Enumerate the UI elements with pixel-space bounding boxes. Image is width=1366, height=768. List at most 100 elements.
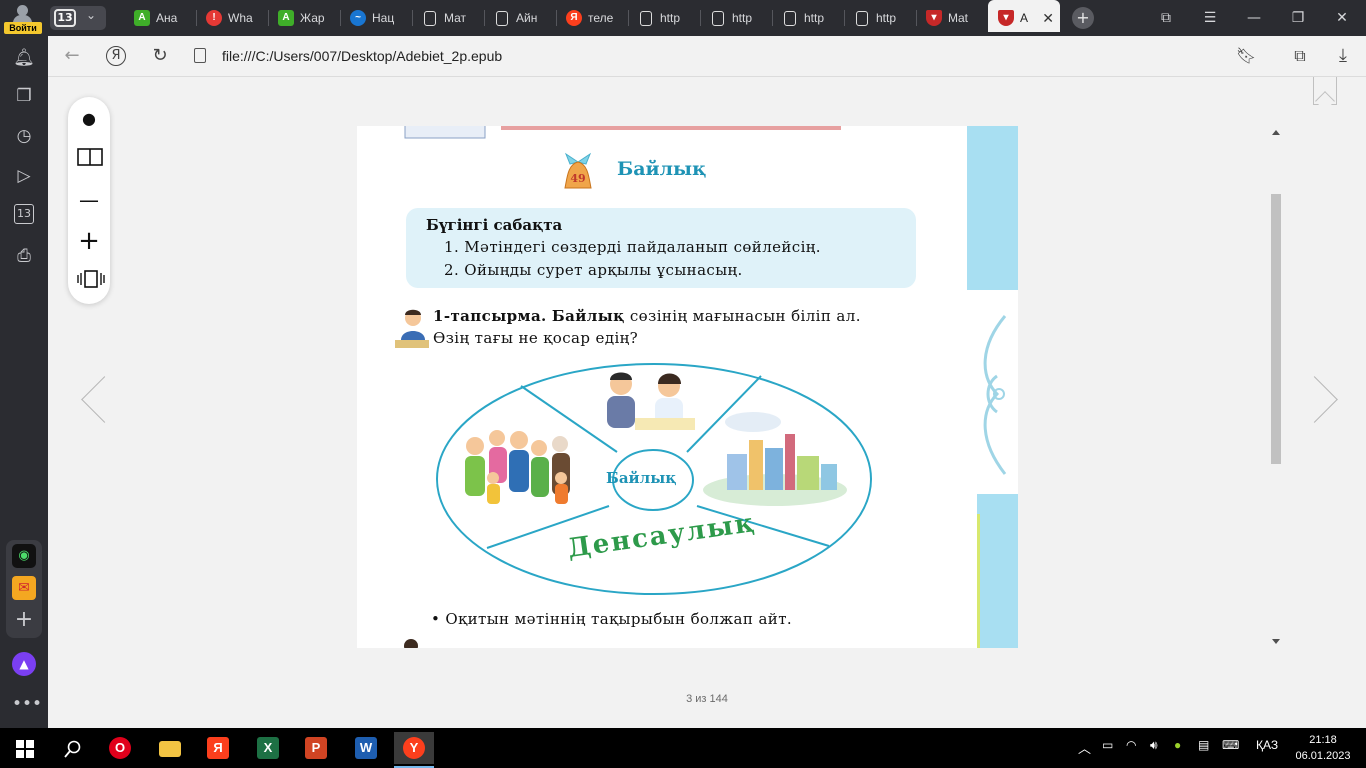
document-icon [856, 11, 868, 26]
tab[interactable]: Мат [422, 4, 492, 32]
menu-icon[interactable]: ☰ [1188, 0, 1232, 36]
taskbar-word[interactable]: W [346, 732, 386, 764]
taskbar-powerpoint[interactable]: P [296, 732, 336, 764]
clock[interactable]: 21:18 06.01.2023 [1288, 732, 1358, 764]
reload-icon[interactable]: ↻ [148, 44, 172, 68]
alice-icon[interactable]: ▲ [12, 652, 36, 676]
address-toolbar: ← Я ↻ file:///C:/Users/007/Desktop/Adebi… [48, 36, 1366, 77]
zoom-out-icon[interactable]: — [77, 188, 101, 212]
yandex-logo-icon[interactable]: Я [106, 46, 126, 66]
start-button[interactable] [4, 732, 44, 764]
tab[interactable]: Я теле [566, 4, 636, 32]
page-scrollbar[interactable] [1267, 126, 1284, 648]
taskbar-yandex-active[interactable]: Y [394, 732, 434, 768]
header-book-icon [404, 126, 841, 139]
clock-date: 06.01.2023 [1295, 750, 1351, 762]
history-icon[interactable]: ◷ [12, 124, 36, 148]
lesson-title: Байлық [617, 158, 707, 180]
scroll-up-arrow[interactable] [1272, 130, 1280, 135]
minimize-button[interactable]: — [1232, 0, 1276, 36]
bell-icon[interactable]: 🔔︎ [12, 46, 36, 70]
taskbar-yandex-browser[interactable]: Я [198, 732, 238, 764]
language-indicator[interactable]: ҚАЗ [1256, 738, 1278, 752]
tab-label: http [876, 11, 897, 25]
zoom-in-icon[interactable]: + [77, 228, 101, 254]
close-window-button[interactable]: ✕ [1320, 0, 1364, 36]
clock-time: 21:18 [1309, 734, 1337, 746]
app-tray-icon[interactable]: ● [1174, 738, 1181, 752]
tab[interactable]: ! Wha [206, 4, 276, 32]
tabs-13-icon[interactable]: 13 [14, 204, 34, 224]
document-icon [640, 11, 652, 26]
svg-text:49: 49 [570, 172, 585, 185]
tab-active[interactable]: ▾ А ✕ [988, 0, 1060, 32]
ornament [975, 306, 1018, 484]
document-icon [194, 48, 206, 63]
wifi-icon[interactable]: ◠ [1126, 738, 1136, 752]
tab-label: Wha [228, 11, 253, 25]
volume-icon[interactable]: 🔊︎ [1150, 738, 1158, 753]
task-question: Өзің тағы не қосар едің? [433, 329, 639, 347]
document-icon [784, 11, 796, 26]
folder-icon [159, 741, 181, 757]
page-bookmark-icon[interactable] [1313, 77, 1337, 105]
fit-page-icon[interactable] [77, 269, 105, 293]
student-icon [395, 309, 429, 348]
shield-icon: ▾ [998, 10, 1014, 26]
previous-page-arrow[interactable] [76, 375, 106, 427]
add-icon[interactable]: + [12, 608, 36, 632]
goal-item: 2. Ойыңды сурет арқылы ұсынасың. [444, 261, 743, 279]
profile-button[interactable]: Войти [4, 2, 42, 34]
tab[interactable]: A Ана [134, 4, 204, 32]
restore-button[interactable]: ❐ [1276, 0, 1320, 36]
download-icon[interactable]: ⤓ [1331, 44, 1355, 68]
taskbar-excel[interactable]: X [248, 732, 288, 764]
back-icon[interactable]: ← [60, 44, 84, 68]
more-icon[interactable]: ••• [12, 692, 42, 716]
tab-label: http [660, 11, 681, 25]
tab[interactable]: Айн [494, 4, 564, 32]
task-word: Байлық [551, 307, 625, 325]
tab[interactable]: http [782, 4, 852, 32]
tab[interactable]: A Жар [278, 4, 348, 32]
document-icon [496, 11, 508, 26]
tab-label: http [732, 11, 753, 25]
tray-expand-icon[interactable]: ︿ [1078, 738, 1091, 757]
new-tab-button[interactable]: + [1072, 7, 1094, 29]
bookmark-icon[interactable]: 🔖︎ [1234, 44, 1258, 68]
taskbar-explorer[interactable] [150, 732, 190, 764]
scroll-down-arrow[interactable] [1272, 639, 1280, 644]
close-icon[interactable]: ✕ [1042, 4, 1054, 32]
address-bar[interactable]: file:///C:/Users/007/Desktop/Adebiet_2p.… [188, 43, 1218, 70]
next-page-arrow[interactable] [1310, 375, 1340, 427]
tab-manager-icon[interactable]: ⧉ [1144, 0, 1188, 36]
two-page-icon[interactable] [77, 147, 103, 171]
windows-taskbar: O Я X P W Y ︿ ▭ ◠ 🔊︎ ● ▤ ⌨ ҚАЗ 21:18 06.… [0, 728, 1366, 768]
search-button[interactable] [52, 732, 92, 764]
tab-label: Ана [156, 11, 178, 25]
tab-count-button[interactable]: 13 ⌄ [50, 6, 106, 30]
screenshot-icon[interactable]: ⎙ [12, 244, 36, 268]
epub-viewer: ● — + 49 Байлық Бүгінгі сабақта 1. Мәтін… [48, 77, 1366, 728]
mail-icon[interactable]: ✉ [12, 576, 36, 600]
tab[interactable]: http [854, 4, 924, 32]
alice-app-icon[interactable]: ◉ [12, 544, 36, 568]
tab[interactable]: ~ Нац [350, 4, 420, 32]
battery-icon[interactable]: ▭ [1102, 738, 1113, 752]
tab[interactable]: http [638, 4, 708, 32]
tab-label: http [804, 11, 825, 25]
read-mode-icon[interactable]: ⧉ [1288, 44, 1312, 68]
tab[interactable]: ▾ Mat [926, 4, 996, 32]
document-icon [712, 11, 724, 26]
task-label: 1-тапсырма. [433, 307, 547, 325]
single-page-icon[interactable]: ● [77, 107, 101, 131]
tab[interactable]: http [710, 4, 780, 32]
keyboard-icon[interactable]: ⌨ [1222, 738, 1239, 752]
green-a-icon: A [278, 10, 294, 26]
play-icon[interactable]: ▷ [12, 164, 36, 188]
lesson-bell-icon: 49 [564, 152, 592, 189]
scroll-thumb[interactable] [1271, 194, 1281, 464]
notes-icon[interactable]: ▤ [1198, 738, 1209, 752]
taskbar-opera[interactable]: O [100, 732, 140, 764]
collections-icon[interactable]: ❐ [12, 84, 36, 108]
